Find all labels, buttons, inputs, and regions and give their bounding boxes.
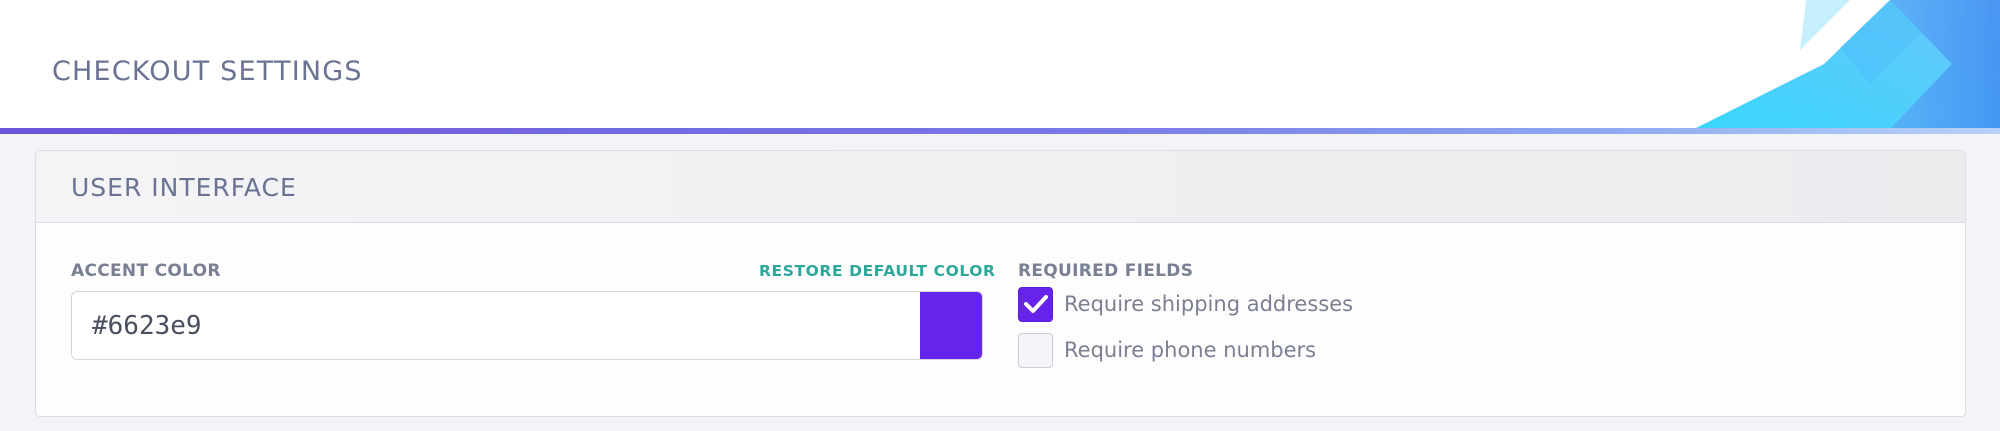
page-header: CHECKOUT SETTINGS bbox=[0, 0, 2000, 129]
require-phone-label: Require phone numbers bbox=[1064, 338, 1317, 362]
panel-header: USER INTERFACE bbox=[36, 151, 1965, 223]
require-shipping-label: Require shipping addresses bbox=[1064, 292, 1354, 316]
accent-color-input[interactable] bbox=[72, 292, 920, 359]
header-divider bbox=[0, 128, 2000, 134]
accent-color-swatch[interactable] bbox=[920, 292, 982, 359]
accent-color-label: ACCENT COLOR bbox=[71, 261, 221, 281]
user-interface-panel: USER INTERFACE ACCENT COLOR RESTORE DEFA… bbox=[35, 150, 1966, 417]
restore-default-color-link[interactable]: RESTORE DEFAULT COLOR bbox=[759, 262, 996, 280]
checkmark-icon bbox=[1023, 295, 1048, 313]
require-phone-checkbox[interactable] bbox=[1018, 332, 1053, 368]
require-shipping-option[interactable]: Require shipping addresses bbox=[1018, 286, 1353, 322]
panel-title: USER INTERFACE bbox=[71, 173, 297, 202]
accent-color-field bbox=[71, 291, 983, 360]
required-fields-label: REQUIRED FIELDS bbox=[1018, 261, 1194, 281]
page-title: CHECKOUT SETTINGS bbox=[52, 56, 363, 87]
header-decoration bbox=[1690, 0, 2000, 129]
require-shipping-checkbox[interactable] bbox=[1018, 286, 1053, 322]
require-phone-option[interactable]: Require phone numbers bbox=[1018, 332, 1316, 368]
